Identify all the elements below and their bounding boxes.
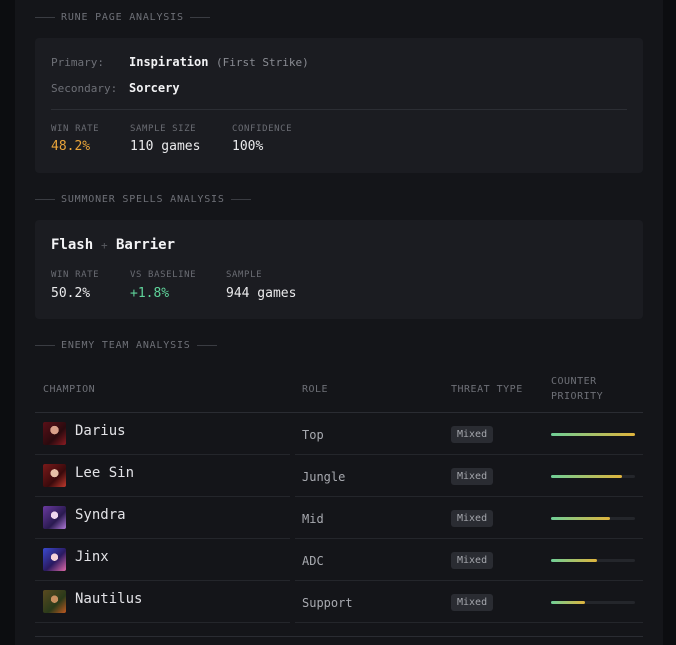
champion-name: Nautilus <box>75 591 143 607</box>
secondary-label: Secondary: <box>51 82 118 95</box>
role-cell: Top <box>302 428 324 442</box>
priority-bar-fill <box>551 601 585 604</box>
rune-card: Primary: Inspiration (First Strike) Seco… <box>35 38 643 173</box>
spell2-name: Barrier <box>116 237 176 253</box>
col-counter-priority-line2: PRIORITY <box>551 391 604 402</box>
role-cell: Mid <box>302 512 324 526</box>
spells-baseline-label: VS BASELINE <box>130 270 197 280</box>
rune-confidence-label: CONFIDENCE <box>232 124 293 134</box>
champion-name: Jinx <box>75 549 109 565</box>
enemy-section-title: ENEMY TEAM ANALYSIS <box>35 340 217 351</box>
title-rule-left <box>35 17 55 18</box>
secondary-value: Sorcery <box>129 81 180 95</box>
primary-keystone: (First Strike) <box>216 56 309 69</box>
threat-badge: Mixed <box>451 468 494 485</box>
col-threat-type[interactable]: THREAT TYPE <box>451 382 523 397</box>
priority-bar-fill <box>551 433 635 436</box>
col-counter-priority-line1: COUNTER <box>551 376 597 387</box>
spells-baseline-value: +1.8% <box>130 286 170 301</box>
darius-portrait-icon <box>43 422 66 445</box>
rune-section-title-text: RUNE PAGE ANALYSIS <box>61 12 184 23</box>
priority-bar-fill <box>551 559 598 562</box>
champion-name: Darius <box>75 423 126 439</box>
rune-sample-label: SAMPLE SIZE <box>130 124 197 134</box>
priority-bar-track <box>551 517 635 520</box>
rune-winrate-value: 48.2% <box>51 139 91 154</box>
threat-badge: Mixed <box>451 510 494 527</box>
table-bottom-divider <box>35 636 643 637</box>
rune-divider <box>51 109 627 110</box>
table-row[interactable]: Darius Top Mixed <box>35 413 643 455</box>
priority-bar-fill <box>551 517 610 520</box>
rune-winrate-label: WIN RATE <box>51 124 100 134</box>
role-cell: Support <box>302 596 353 610</box>
spells-sample-value: 944 games <box>226 286 297 301</box>
role-cell: ADC <box>302 554 324 568</box>
threat-badge: Mixed <box>451 426 494 443</box>
table-row[interactable]: Nautilus Support Mixed <box>35 581 643 623</box>
col-counter-priority[interactable]: COUNTER PRIORITY <box>551 374 603 404</box>
title-rule-right <box>189 17 210 18</box>
spell1-name: Flash <box>51 237 94 253</box>
title-rule-right <box>230 199 251 200</box>
spells-winrate-value: 50.2% <box>51 286 91 301</box>
champion-name: Lee Sin <box>75 465 135 481</box>
primary-label: Primary: <box>51 56 104 69</box>
spells-card: Flash + Barrier WIN RATE 50.2% VS BASELI… <box>35 220 643 319</box>
priority-bar-track <box>551 601 635 604</box>
role-cell: Jungle <box>302 470 346 484</box>
syndra-portrait-icon <box>43 506 66 529</box>
col-champion[interactable]: CHAMPION <box>43 382 95 397</box>
title-rule-left <box>35 199 55 200</box>
priority-bar-track <box>551 559 635 562</box>
table-row[interactable]: Syndra Mid Mixed <box>35 497 643 539</box>
spells-sample-label: SAMPLE <box>226 270 263 280</box>
spells-section-title: SUMMONER SPELLS ANALYSIS <box>35 194 251 205</box>
enemy-table-header: CHAMPION ROLE THREAT TYPE COUNTER PRIORI… <box>35 367 643 413</box>
lee-sin-portrait-icon <box>43 464 66 487</box>
col-role[interactable]: ROLE <box>302 382 328 397</box>
rune-sample-value: 110 games <box>130 139 201 154</box>
spells-winrate-label: WIN RATE <box>51 270 100 280</box>
rune-confidence-value: 100% <box>232 139 264 154</box>
table-row[interactable]: Jinx ADC Mixed <box>35 539 643 581</box>
nautilus-portrait-icon <box>43 590 66 613</box>
threat-badge: Mixed <box>451 594 494 611</box>
primary-value: Inspiration <box>129 55 209 69</box>
table-row[interactable]: Lee Sin Jungle Mixed <box>35 455 643 497</box>
enemy-section-title-text: ENEMY TEAM ANALYSIS <box>61 340 191 351</box>
threat-badge: Mixed <box>451 552 494 569</box>
row-divider <box>35 622 290 623</box>
priority-bar-track <box>551 475 635 478</box>
champion-name: Syndra <box>75 507 126 523</box>
row-divider <box>295 622 643 623</box>
priority-bar-fill <box>551 475 623 478</box>
title-rule-left <box>35 345 55 346</box>
spells-section-title-text: SUMMONER SPELLS ANALYSIS <box>61 194 225 205</box>
jinx-portrait-icon <box>43 548 66 571</box>
title-rule-right <box>196 345 217 346</box>
spell-plus: + <box>101 239 108 252</box>
rune-section-title: RUNE PAGE ANALYSIS <box>35 12 210 23</box>
priority-bar-track <box>551 433 635 436</box>
